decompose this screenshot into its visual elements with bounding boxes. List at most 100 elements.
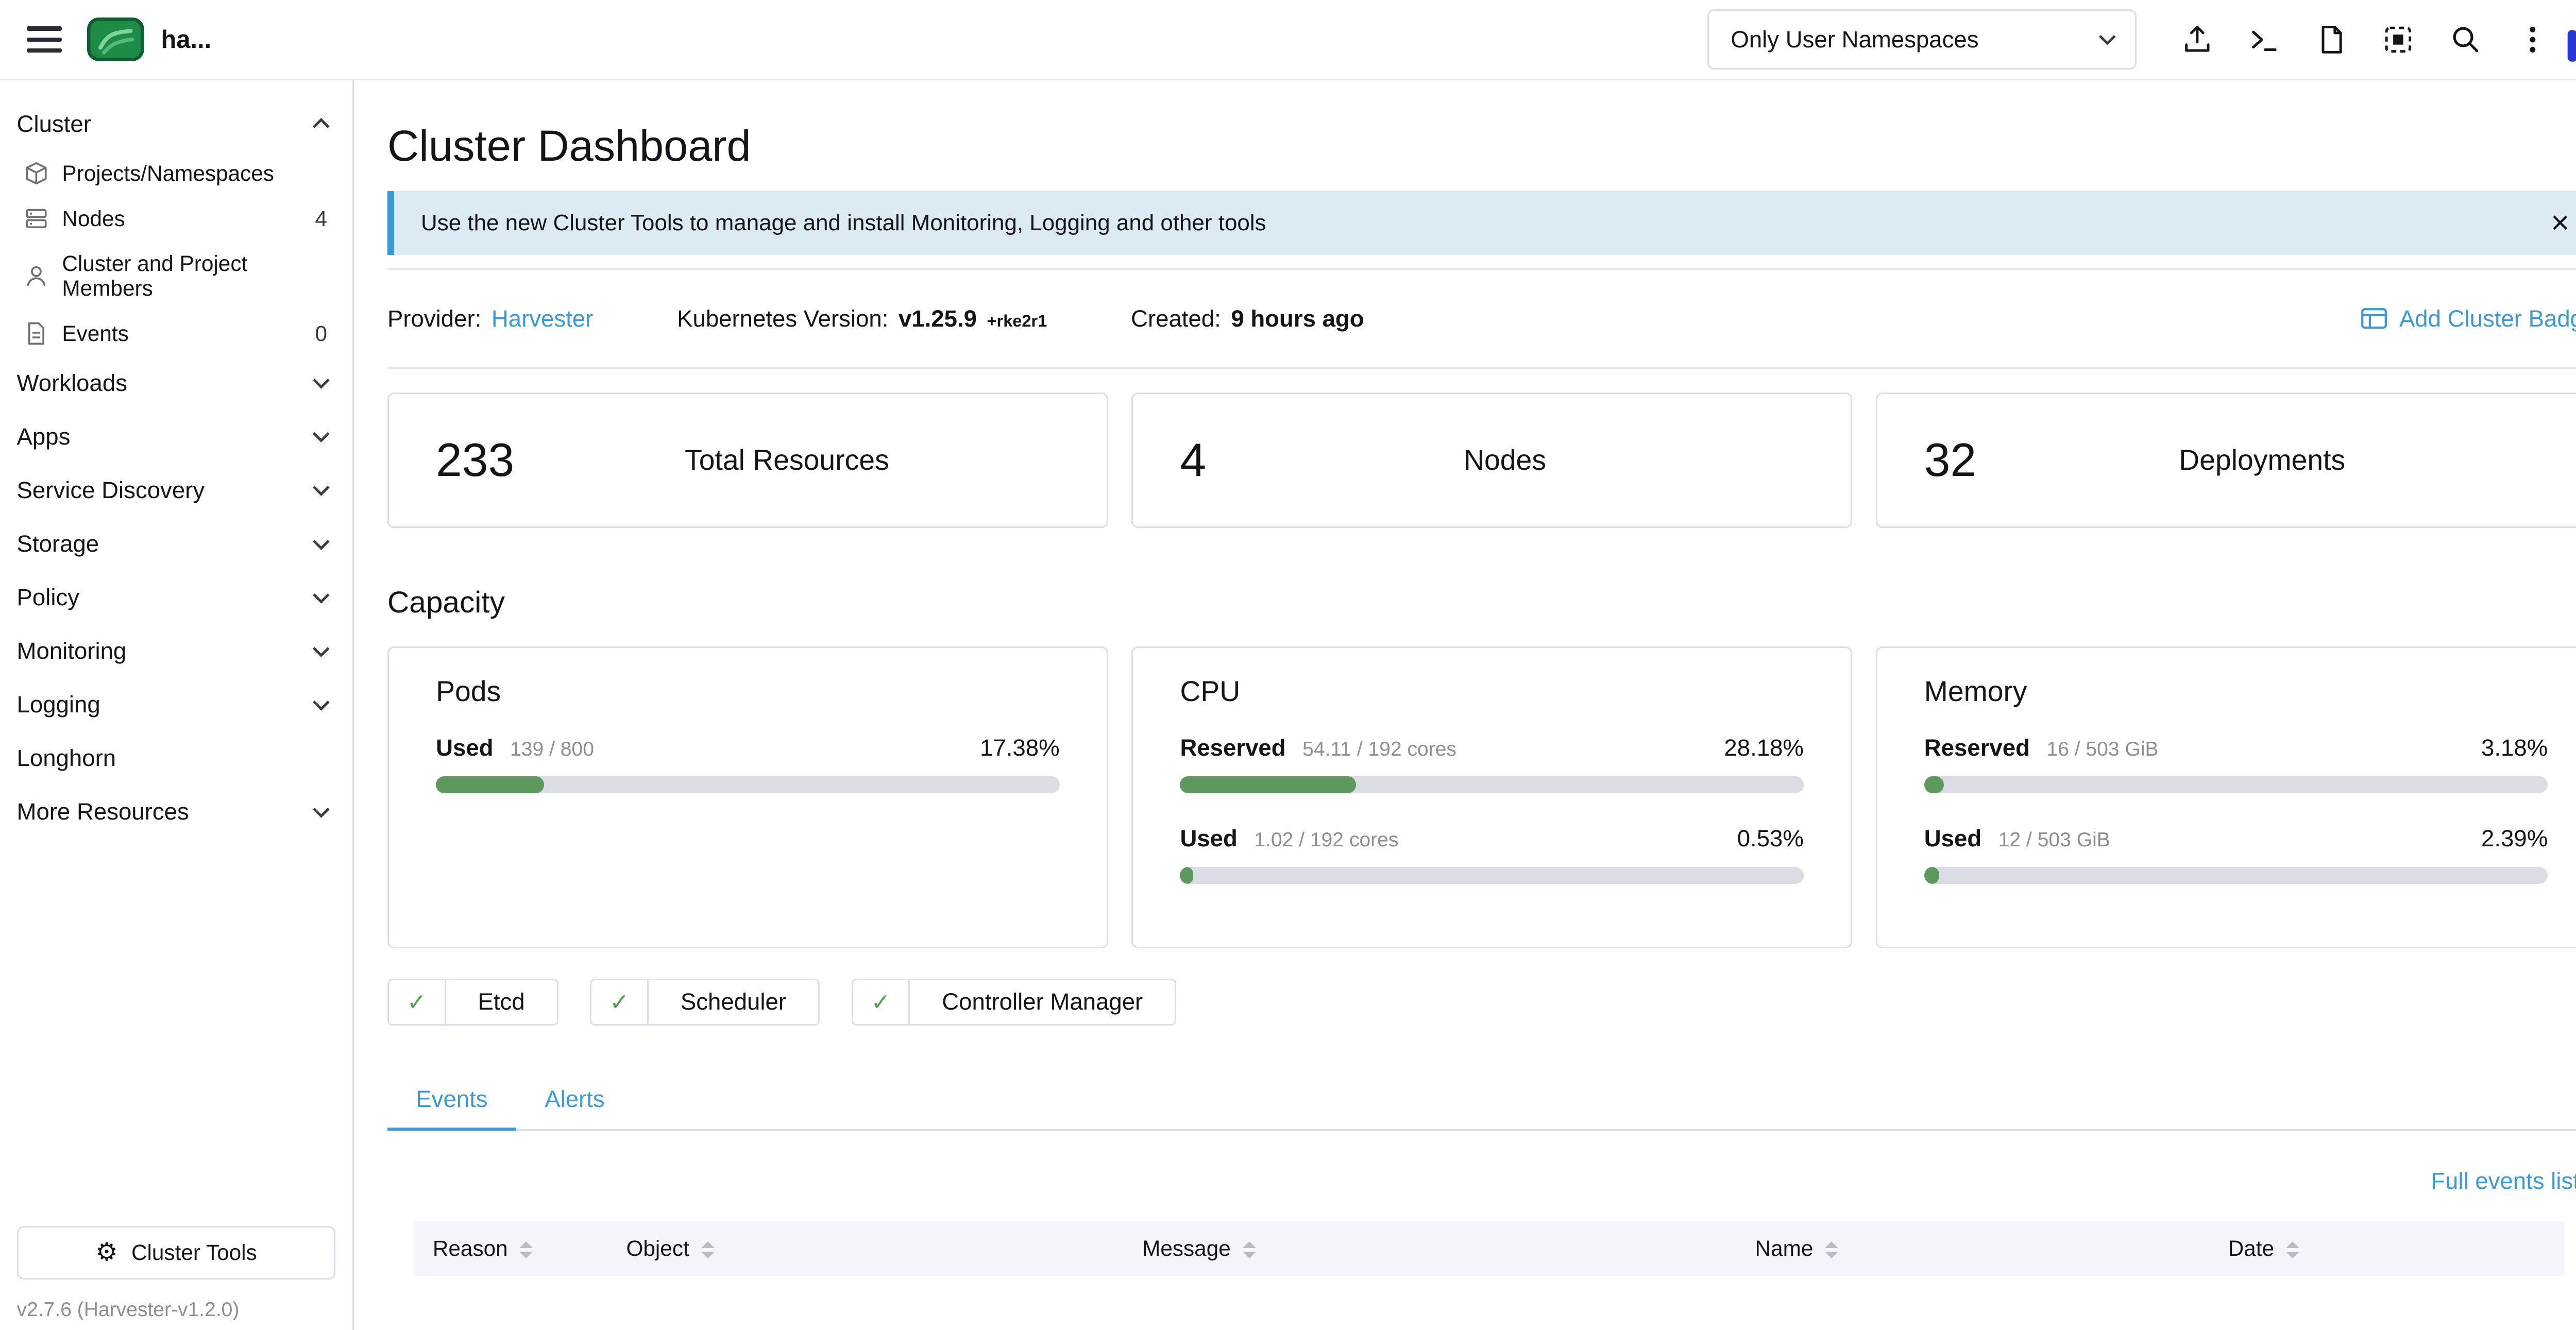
sidebar: Cluster Projects/Namespaces [0,80,354,1329]
sidebar-group-storage[interactable]: Storage [0,517,352,571]
capacity-card-cpu: CPU Reserved 54.11 / 192 cores 28.18% [1131,646,1852,948]
health-badge-controller-manager: ✓ Controller Manager [852,979,1176,1026]
column-header-reason[interactable]: Reason [414,1221,608,1276]
copy-kubeconfig-button[interactable] [2365,6,2432,73]
harvester-logo[interactable] [87,18,144,61]
stat-value: 32 [1924,433,1976,487]
health-label: Controller Manager [910,980,1175,1024]
events-file-icon [24,321,49,346]
cluster-meta-row: Provider: Harvester Kubernetes Version: … [387,270,2576,367]
provider-link[interactable]: Harvester [492,305,594,332]
sidebar-group-label: Service Discovery [17,477,205,504]
sidebar-group-apps[interactable]: Apps [0,410,352,464]
capacity-metric-percent: 17.38% [980,735,1060,761]
top-bar-actions: Only User Namespaces [1707,6,2576,73]
capacity-card-title: Pods [436,675,1059,708]
sidebar-item-events[interactable]: Events 0 [0,311,352,356]
user-menu-button[interactable] [2499,6,2566,73]
full-events-list-row: Full events list [387,1168,2576,1195]
stat-label: Deployments [1976,444,2548,476]
kebab-menu-icon [2528,24,2538,56]
search-button[interactable] [2432,6,2499,73]
column-header-message[interactable]: Message [1124,1221,1736,1276]
progress-bar-track [1180,776,1803,793]
full-events-list-link[interactable]: Full events list [2431,1168,2576,1194]
sidebar-group-workloads[interactable]: Workloads [0,356,352,410]
tab-alerts[interactable]: Alerts [516,1072,633,1129]
provider-label: Provider: [387,305,481,332]
stats-row: 233 Total Resources 4 Nodes 32 Deploymen… [387,393,2576,528]
table-header-row: Reason Object Message Name [414,1221,2564,1276]
main-content: Cluster Dashboard Use the new Cluster To… [354,80,2576,1329]
stat-value: 4 [1180,433,1206,487]
sidebar-section-cluster[interactable]: Cluster [0,97,352,151]
capacity-metric-percent: 3.18% [2481,735,2548,761]
chevron-down-icon [2099,29,2116,45]
sort-icon [701,1241,715,1258]
progress-bar-fill [1180,867,1193,884]
cluster-tools-button[interactable]: ⚙ Cluster Tools [17,1226,336,1280]
chevron-down-icon [313,372,330,389]
sidebar-group-logging[interactable]: Logging [0,678,352,731]
capacity-metric-detail: 16 / 503 GiB [2046,738,2158,761]
created-label: Created: [1131,305,1221,332]
health-label: Etcd [446,980,557,1024]
column-label: Object [626,1236,689,1260]
sidebar-group-label: Monitoring [17,638,127,664]
sidebar-item-longhorn[interactable]: Longhorn [0,731,352,785]
sort-icon [1243,1241,1256,1258]
column-header-date[interactable]: Date [2210,1221,2565,1276]
download-kubeconfig-button[interactable] [2298,6,2365,73]
capacity-metric-label: Used [1180,825,1237,852]
sidebar-section-label: Cluster [17,111,91,138]
sidebar-item-label: Cluster and Project Members [62,251,327,301]
sidebar-item-projects-namespaces[interactable]: Projects/Namespaces [0,151,352,196]
sort-icon [1825,1241,1838,1258]
file-icon [2316,24,2347,56]
sidebar-item-label: Projects/Namespaces [62,161,274,186]
check-icon: ✓ [853,980,910,1024]
check-icon: ✓ [591,980,649,1024]
sidebar-group-label: Logging [17,691,100,718]
health-row: ✓ Etcd ✓ Scheduler ✓ Controller Manager [387,979,2576,1026]
sidebar-group-more-resources[interactable]: More Resources [0,785,352,839]
import-yaml-button[interactable] [2164,6,2231,73]
chevron-down-icon [313,587,330,603]
namespace-filter-select[interactable]: Only User Namespaces [1707,9,2137,70]
column-header-object[interactable]: Object [608,1221,1124,1276]
add-cluster-badge-button[interactable]: Add Cluster Badge [2361,305,2576,332]
column-header-name[interactable]: Name [1737,1221,2210,1276]
health-badge-scheduler: ✓ Scheduler [590,979,820,1026]
progress-bar-fill [1180,776,1355,793]
clipboard-grid-icon [2382,24,2414,56]
capacity-metric-label: Used [1924,825,1981,852]
sidebar-group-label: Workloads [17,370,127,397]
sidebar-group-monitoring[interactable]: Monitoring [0,624,352,678]
sidebar-group-policy[interactable]: Policy [0,571,352,624]
stat-label: Nodes [1206,444,1804,476]
kubectl-shell-button[interactable] [2231,6,2298,73]
sidebar-item-count: 0 [315,321,328,346]
app-window: ha... Only User Namespaces [0,0,2576,1330]
capacity-heading: Capacity [387,585,2576,620]
users-icon [24,264,49,289]
server-icon [24,206,49,231]
sidebar-item-count: 4 [315,207,328,231]
sidebar-group-service-discovery[interactable]: Service Discovery [0,464,352,517]
version-text: v2.7.6 (Harvester-v1.2.0) [17,1299,240,1321]
capacity-metric-label: Reserved [1180,735,1285,761]
brand-logo-partial [2566,6,2576,73]
chevron-down-icon [313,533,330,550]
sidebar-item-nodes[interactable]: Nodes 4 [0,196,352,242]
progress-bar-track [1924,867,2548,884]
tab-events[interactable]: Events [387,1072,516,1131]
add-cluster-badge-label: Add Cluster Badge [2399,305,2576,332]
column-label: Reason [433,1236,508,1260]
kubernetes-version-suffix: +rke2r1 [987,312,1047,331]
menu-icon[interactable] [27,26,62,52]
namespace-icon [24,161,49,186]
check-icon: ✓ [389,980,446,1024]
capacity-metric-detail: 54.11 / 192 cores [1302,738,1456,761]
sidebar-item-cluster-members[interactable]: Cluster and Project Members [0,242,352,311]
close-icon[interactable]: × [2551,207,2569,239]
